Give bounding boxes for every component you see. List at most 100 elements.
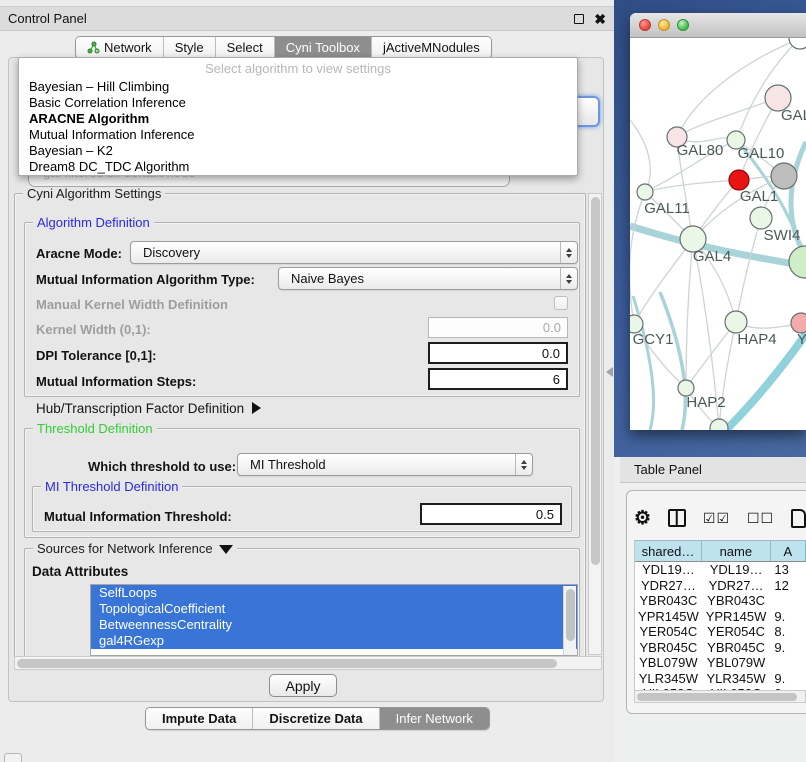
scrollbar-thumb[interactable] [637, 693, 797, 701]
table-row[interactable]: YDL19…YDL19…13 [635, 562, 806, 578]
network-edge[interactable] [726, 334, 806, 430]
network-edge[interactable] [630, 120, 650, 191]
tab-cyni-toolbox[interactable]: Cyni Toolbox [274, 37, 371, 58]
node-label: GAL10 [738, 145, 785, 162]
algorithm-option[interactable]: Bayesian – Hill Climbing [19, 79, 577, 95]
mi-algorithm-type-value: Naive Bayes [291, 271, 364, 286]
gear-icon[interactable]: ⚙ [634, 509, 651, 528]
table-row[interactable]: YLR345WYLR345W9. [635, 671, 806, 687]
scrollbar-thumb[interactable] [566, 589, 575, 641]
close-window-icon[interactable] [639, 19, 651, 31]
collapse-arrow-icon [219, 545, 233, 554]
network-node-y[interactable] [791, 313, 806, 333]
network-node-hap4[interactable] [725, 311, 747, 333]
hub-definition-expander[interactable]: Hub/Transcription Factor Definition [36, 401, 261, 416]
algorithm-option[interactable]: Dream8 DC_TDC Algorithm [19, 159, 577, 175]
algorithm-option[interactable]: Bayesian – K2 [19, 143, 577, 159]
table-cell: 9. [770, 640, 806, 656]
table-cell [770, 593, 806, 609]
mi-threshold-label: Mutual Information Threshold: [44, 509, 232, 524]
network-graph: GALGAL80GAL10GAL1GAL11GAL4SWI4GCY1HAP4YH… [630, 38, 806, 430]
network-node[interactable] [789, 246, 806, 278]
collapsed-panel-icon[interactable] [4, 753, 22, 762]
table-row[interactable]: YDR27…YDR27…12 [635, 578, 806, 594]
network-edge[interactable] [634, 239, 693, 324]
control-panel-titlebar: Control Panel ✖ [0, 6, 614, 31]
scrollbar-thumb[interactable] [591, 197, 600, 565]
table-panel-toolbar: ⚙ ☑☑ ☐☐ [634, 503, 806, 533]
table-cell: 12 [770, 578, 806, 594]
network-node-gal11[interactable] [637, 184, 653, 200]
node-label: HAP2 [686, 394, 725, 411]
mi-algorithm-type-select[interactable]: Naive Bayes [278, 267, 578, 290]
network-edge[interactable] [645, 180, 739, 192]
manual-kernel-width-checkbox[interactable] [554, 296, 568, 310]
column-header[interactable]: A [771, 541, 806, 561]
attribute-item[interactable]: TopologicalCoefficient [91, 601, 577, 617]
column-header[interactable]: name [702, 541, 771, 561]
network-edge[interactable] [736, 218, 761, 322]
scrollbar-thumb[interactable] [17, 659, 557, 668]
zoom-window-icon[interactable] [677, 19, 689, 31]
network-node-gal1[interactable] [729, 170, 749, 190]
sources-group-title[interactable]: Sources for Network Inference [33, 541, 237, 556]
algorithm-option[interactable]: Basic Correlation Inference [19, 95, 577, 111]
columns-icon[interactable] [668, 509, 686, 527]
table-cell [770, 655, 806, 671]
float-panel-icon[interactable] [574, 14, 584, 24]
network-node[interactable] [710, 419, 728, 430]
hub-definition-label: Hub/Transcription Factor Definition [36, 401, 244, 416]
document-icon[interactable] [791, 509, 806, 528]
algorithm-option[interactable]: Mutual Information Inference [19, 127, 577, 143]
network-edge[interactable] [686, 322, 736, 388]
network-canvas[interactable]: GALGAL80GAL10GAL1GAL11GAL4SWI4GCY1HAP4YH… [630, 38, 806, 430]
dpi-tolerance-input[interactable]: 0.0 [428, 342, 568, 364]
table-cell: YDR27… [635, 578, 702, 594]
minimize-window-icon[interactable] [658, 19, 670, 31]
table-cell: YBR043C [702, 593, 771, 609]
table-row[interactable]: YBR045CYBR045C9. [635, 640, 806, 656]
settings-horizontal-scrollbar[interactable] [14, 656, 602, 670]
network-edge[interactable] [677, 98, 778, 137]
tab-select[interactable]: Select [215, 37, 274, 58]
network-node-swi4[interactable] [750, 207, 772, 229]
deselect-all-icon[interactable]: ☐☐ [747, 510, 774, 527]
splitter-collapse-icon[interactable] [606, 367, 613, 377]
table-row[interactable]: YBR043CYBR043C [635, 593, 806, 609]
tab-network[interactable]: Network [76, 37, 163, 58]
data-attributes-list[interactable]: SelfLoopsTopologicalCoefficientBetweenne… [90, 584, 578, 656]
apply-button[interactable]: Apply [269, 674, 337, 697]
combo-spinner-icon [560, 242, 577, 263]
attribute-item[interactable]: BetweennessCentrality [91, 617, 577, 633]
aracne-mode-select[interactable]: Discovery [130, 241, 578, 264]
tab-discretize-data[interactable]: Discretize Data [252, 708, 378, 729]
table-cell: YER054C [635, 624, 702, 640]
attribute-item[interactable]: SelfLoops [91, 585, 577, 601]
attribute-item[interactable]: gal4RGexp [91, 633, 577, 649]
column-header[interactable]: shared… [635, 541, 702, 561]
network-node[interactable] [771, 163, 797, 189]
table-row[interactable]: YPR145WYPR145W9. [635, 609, 806, 625]
select-all-icon[interactable]: ☑☑ [703, 510, 730, 527]
tab-jactivemnodules[interactable]: jActiveMNodules [371, 37, 491, 58]
table-cell: YDR27… [702, 578, 771, 594]
which-threshold-select[interactable]: MI Threshold [237, 453, 533, 476]
mi-steps-input[interactable]: 6 [428, 368, 568, 390]
settings-group-title: Cyni Algorithm Settings [23, 186, 165, 201]
algorithm-option[interactable]: ARACNE Algorithm [19, 111, 577, 127]
kernel-width-input[interactable]: 0.0 [428, 317, 568, 338]
table-row[interactable]: YBL079WYBL079W [635, 655, 806, 671]
network-edge[interactable] [719, 322, 736, 428]
settings-vertical-scrollbar[interactable] [588, 193, 602, 655]
table-row[interactable]: YER054CYER054C8. [635, 624, 806, 640]
tab-style[interactable]: Style [163, 37, 215, 58]
close-panel-icon[interactable]: ✖ [594, 14, 606, 24]
tab-infer-network[interactable]: Infer Network [379, 708, 489, 729]
network-edge[interactable] [630, 192, 645, 324]
network-edge[interactable] [660, 292, 685, 430]
table-cell: YLR345W [702, 671, 771, 687]
attributes-scrollbar[interactable] [563, 586, 576, 656]
tab-impute-data[interactable]: Impute Data [146, 708, 252, 729]
table-horizontal-scrollbar[interactable] [634, 690, 806, 703]
mi-threshold-input[interactable]: 0.5 [420, 503, 562, 525]
